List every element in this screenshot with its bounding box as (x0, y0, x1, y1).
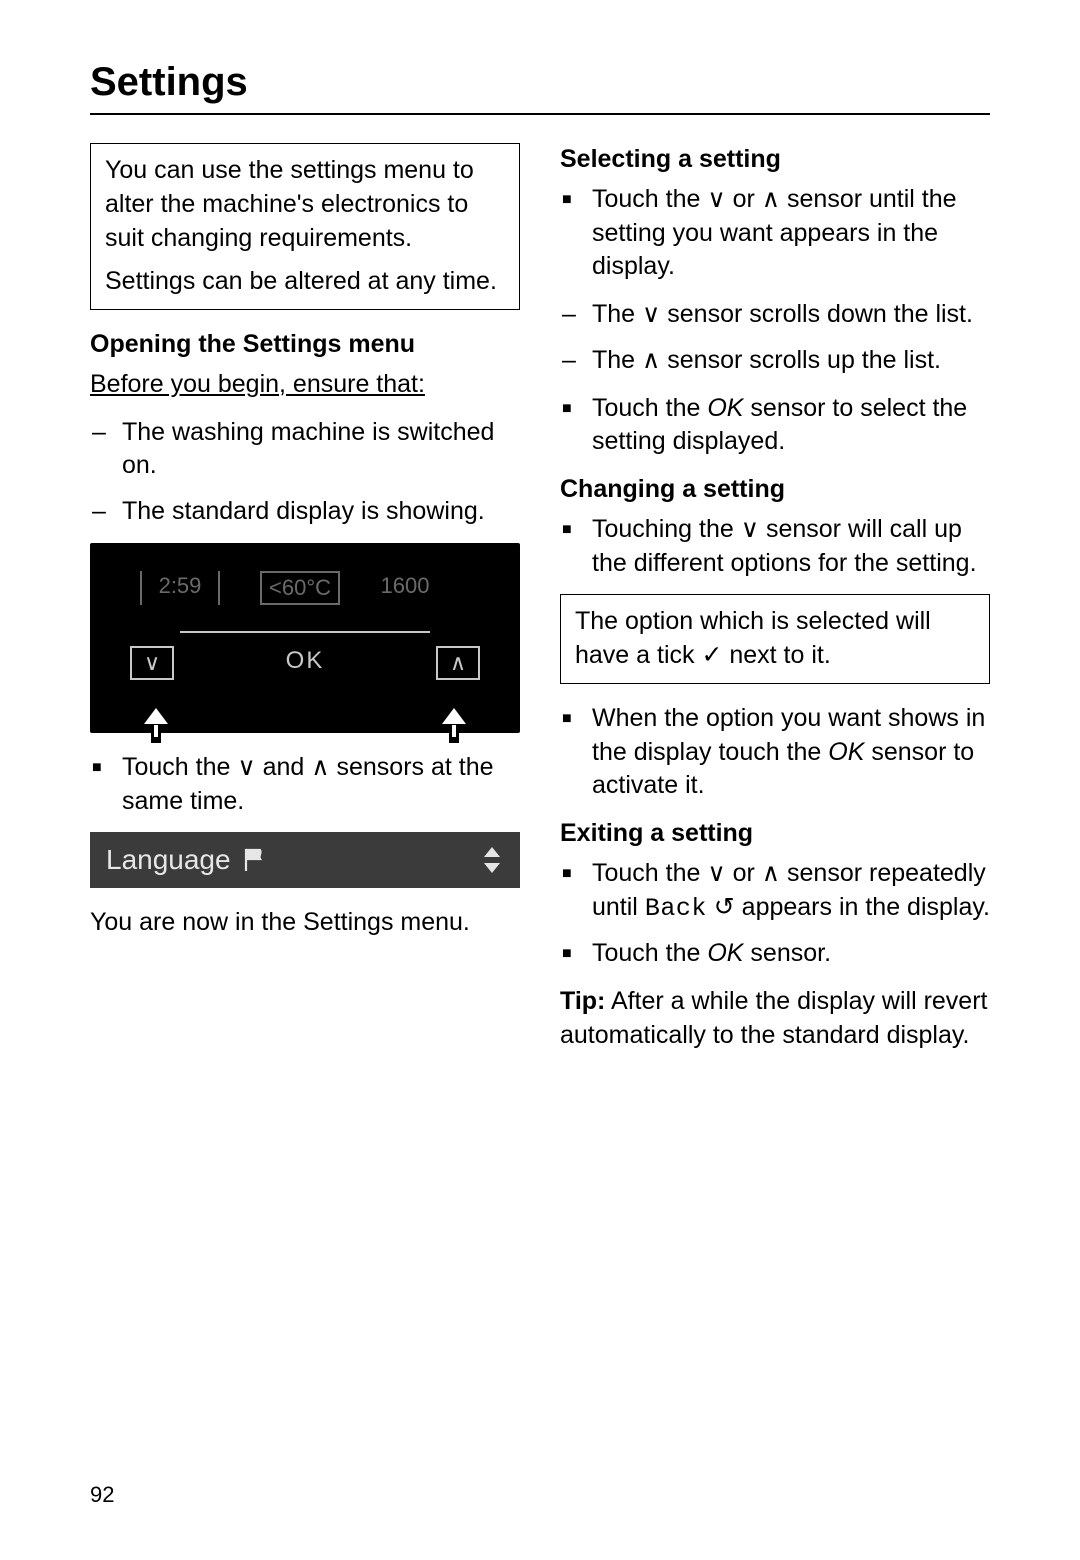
touch-both-item: Touch the ∨ and ∧ sensors at the same ti… (90, 751, 520, 819)
selecting-heading: Selecting a setting (560, 143, 990, 177)
intro-p1: You can use the settings menu to alter t… (105, 154, 505, 255)
list-item: The ∨ sensor scrolls down the list. (560, 298, 990, 332)
before-list: The washing machine is switched on. The … (90, 416, 520, 529)
intro-p2: Settings can be altered at any time. (105, 265, 505, 299)
before-item: The washing machine is switched on. (90, 416, 520, 484)
display-temp: <60°C (260, 571, 340, 605)
selecting-dash-list: The ∨ sensor scrolls down the list. The … (560, 298, 990, 378)
tip-paragraph: Tip: After a while the display will reve… (560, 985, 990, 1053)
display-line (180, 631, 430, 633)
before-item: The standard display is showing. (90, 495, 520, 529)
display-spin: 1600 (365, 571, 445, 605)
exiting-heading: Exiting a setting (560, 817, 990, 851)
list-item: Touch the ∨ or ∧ sensor until the settin… (560, 183, 990, 284)
up-sensor-icon: ∧ (436, 646, 480, 680)
left-column: You can use the settings menu to alter t… (90, 143, 520, 1510)
display-time: 2:59 (140, 571, 220, 605)
tick-text: The option which is selected will have a… (575, 605, 975, 673)
title-rule (90, 113, 990, 115)
flag-icon (243, 848, 265, 872)
list-item: The ∧ sensor scrolls up the list. (560, 344, 990, 378)
list-item: Touch the OK sensor to select the settin… (560, 392, 990, 460)
press-arrow-left-icon (138, 703, 174, 727)
manual-page: Settings You can use the settings menu t… (0, 0, 1080, 1560)
intro-box: You can use the settings menu to alter t… (90, 143, 520, 310)
opening-heading: Opening the Settings menu (90, 328, 520, 362)
list-item: Touch the OK sensor. (560, 937, 990, 971)
page-title: Settings (90, 60, 990, 105)
before-heading: Before you begin, ensure that: (90, 368, 520, 402)
right-column: Selecting a setting Touch the ∨ or ∧ sen… (560, 143, 990, 1510)
exiting-list: Touch the ∨ or ∧ sensor repeatedly until… (560, 857, 990, 971)
changing-list-2: When the option you want shows in the di… (560, 702, 990, 803)
display-row2: ∨ OK ∧ (130, 643, 480, 683)
ok-sensor-label: OK (174, 645, 436, 677)
two-column-layout: You can use the settings menu to alter t… (90, 143, 990, 1510)
language-menu-bar: Language (90, 832, 520, 888)
selecting-list-2: Touch the OK sensor to select the settin… (560, 392, 990, 460)
tick-box: The option which is selected will have a… (560, 594, 990, 684)
changing-heading: Changing a setting (560, 473, 990, 507)
list-item: Touching the ∨ sensor will call up the d… (560, 513, 990, 581)
press-arrow-right-icon (436, 703, 472, 727)
list-item: When the option you want shows in the di… (560, 702, 990, 803)
selecting-list-1: Touch the ∨ or ∧ sensor until the settin… (560, 183, 990, 284)
down-sensor-icon: ∨ (130, 646, 174, 680)
tip-label: Tip: (560, 987, 605, 1015)
up-down-arrows-icon (480, 845, 504, 875)
language-label: Language (106, 841, 231, 879)
changing-list-1: Touching the ∨ sensor will call up the d… (560, 513, 990, 581)
page-number: 92 (90, 1480, 520, 1510)
standard-display-figure: 2:59 <60°C 1600 ∨ OK ∧ (90, 543, 520, 733)
list-item: Touch the ∨ or ∧ sensor repeatedly until… (560, 857, 990, 926)
touch-both-list: Touch the ∨ and ∧ sensors at the same ti… (90, 751, 520, 819)
now-in-settings: You are now in the Settings menu. (90, 906, 520, 940)
